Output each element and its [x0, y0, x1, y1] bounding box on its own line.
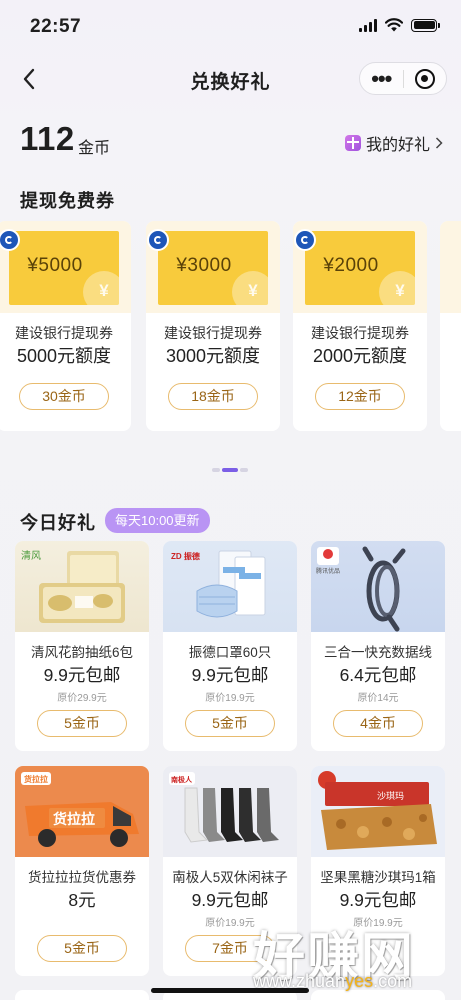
product-card[interactable]: ZD 振德 振德口罩60只 9.9元包邮 原价19.9元 5金币 [163, 541, 297, 751]
status-icons [359, 18, 440, 32]
voucher-name: 建设银行提现券 [164, 325, 262, 341]
coin-balance: 112 [20, 120, 75, 157]
product-name: 清风花韵抽纸6包 [30, 645, 133, 660]
chevron-right-icon [435, 137, 443, 149]
product-original-price: 原价14元 [357, 693, 399, 704]
product-price: 9.9元包邮 [43, 665, 121, 685]
indicator-dot [212, 468, 220, 472]
product-card[interactable]: 货拉拉 货拉拉 货拉拉拉货优惠券 8元 5金币 [15, 766, 149, 976]
voucher-image: ¥3000 ¥ [146, 221, 280, 313]
product-name: 振德口罩60只 [188, 645, 272, 660]
section-title-today: 今日好礼 [20, 513, 96, 533]
coin-unit: 金币 [78, 140, 111, 157]
yen-icon: ¥ [83, 271, 119, 305]
yen-icon: ¥ [232, 271, 268, 305]
socks-brand: 南极人 [171, 775, 193, 784]
product-image-tissue: 清风 [15, 541, 149, 632]
voucher-card[interactable]: ¥5000 ¥ 建设银行提现券 5000元额度 30金币 [0, 221, 131, 431]
update-time-badge: 每天10:00更新 [105, 508, 210, 533]
voucher-amount: ¥5000 [27, 255, 83, 276]
snack-text: 沙琪玛 [377, 790, 404, 801]
product-name: 南极人5双休闲袜子 [172, 870, 288, 885]
voucher-carousel[interactable]: ¥5000 ¥ 建设银行提现券 5000元额度 30金币 ¥3000 ¥ 建设银… [0, 221, 461, 431]
product-image-cable: 腾讯优品 [311, 541, 445, 632]
my-gifts-link[interactable]: 我的好礼 [344, 131, 443, 155]
status-bar: 22:57 [0, 0, 461, 52]
voucher-name: 建设银行提现券 [311, 325, 409, 341]
voucher-name: 建设银行提现券 [15, 325, 113, 341]
battery-icon [411, 18, 440, 32]
product-name: 坚果黑糖沙琪玛1箱 [320, 870, 436, 885]
yen-icon: ¥ [379, 271, 415, 305]
product-image-van: 货拉拉 货拉拉 [15, 766, 149, 857]
redeem-button[interactable]: 5金币 [185, 710, 275, 737]
product-price: 9.9元包邮 [191, 890, 269, 910]
voucher-card[interactable]: ¥2000 ¥ 建设银行提现券 2000元额度 12金币 [293, 221, 427, 431]
redeem-button[interactable]: 5金币 [37, 710, 127, 737]
voucher-quota: 5000元额度 [16, 346, 112, 366]
voucher-bill: ¥2000 ¥ [305, 231, 415, 305]
product-price: 6.4元包邮 [339, 665, 417, 685]
status-time: 22:57 [30, 16, 82, 37]
product-name: 三合一快充数据线 [324, 645, 432, 660]
nav-bar: 兑换好礼 ••• [0, 56, 461, 102]
redeem-button[interactable]: 4金币 [333, 710, 423, 737]
gift-box-icon [344, 135, 361, 151]
section-title-withdraw: 提现免费券 [20, 191, 115, 211]
bank-logo-icon [294, 229, 316, 251]
more-dots-icon[interactable]: ••• [360, 67, 403, 89]
target-icon [414, 68, 435, 89]
product-price: 9.9元包邮 [191, 665, 269, 685]
product-name: 货拉拉拉货优惠券 [28, 870, 136, 885]
redeem-button[interactable]: 18金币 [168, 383, 258, 410]
watermark: 好赚网 www.zhuanyes.com [253, 915, 443, 997]
product-price: 8元 [68, 890, 96, 910]
redeem-button[interactable]: 5金币 [37, 935, 127, 962]
product-card[interactable]: 清风 清风花韵抽纸6包 9.9元包邮 原价29.9元 5金币 [15, 541, 149, 751]
product-image-socks: 南极人 [163, 766, 297, 857]
my-gifts-label: 我的好礼 [365, 137, 430, 154]
voucher-quota: 3000元额度 [165, 346, 261, 366]
product-original-price: 原价19.9元 [205, 693, 255, 704]
product-card-peek [15, 990, 149, 1000]
product-image-snack: 沙琪玛 [311, 766, 445, 857]
redeem-button[interactable]: 30金币 [19, 383, 109, 410]
product-image-mask: ZD 振德 [163, 541, 297, 632]
cell-signal-icon [359, 18, 377, 32]
wifi-icon [385, 18, 403, 32]
van-brand: 货拉拉 [23, 774, 48, 784]
voucher-image: ¥5000 ¥ [0, 221, 131, 313]
van-text: 货拉拉 [52, 811, 95, 827]
product-original-price: 原价29.9元 [57, 693, 107, 704]
mini-program-capsule: ••• [359, 62, 447, 95]
voucher-image [440, 221, 461, 313]
voucher-card-peek[interactable] [440, 221, 461, 431]
voucher-card[interactable]: ¥3000 ¥ 建设银行提现券 3000元额度 18金币 [146, 221, 280, 431]
tissue-brand: 清风 [21, 549, 41, 562]
cable-brand: 腾讯优品 [316, 567, 340, 575]
indicator-dot [240, 468, 248, 472]
redeem-button[interactable]: 12金币 [315, 383, 405, 410]
close-mini-program-button[interactable] [403, 68, 446, 89]
product-card[interactable]: 腾讯优品 三合一快充数据线 6.4元包邮 原价14元 4金币 [311, 541, 445, 751]
mask-brand: ZD 振德 [171, 551, 200, 561]
voucher-amount: ¥3000 [176, 255, 232, 276]
voucher-bill: ¥5000 ¥ [9, 231, 119, 305]
voucher-amount: ¥2000 [323, 255, 379, 276]
voucher-bill: ¥3000 ¥ [158, 231, 268, 305]
indicator-dot-active [222, 468, 238, 472]
voucher-image: ¥2000 ¥ [293, 221, 427, 313]
home-indicator [151, 988, 309, 993]
product-price: 9.9元包邮 [339, 890, 417, 910]
wallet-row: 112 金币 我的好礼 [20, 118, 445, 162]
voucher-quota: 2000元额度 [312, 346, 408, 366]
carousel-indicator [212, 468, 248, 472]
bank-logo-icon [147, 229, 169, 251]
